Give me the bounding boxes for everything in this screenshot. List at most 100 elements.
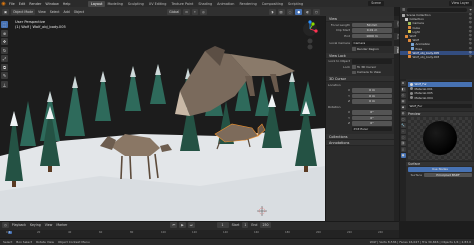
- transform-tool-icon[interactable]: ⧉: [1, 63, 8, 71]
- world-props-icon[interactable]: ◍: [400, 111, 406, 116]
- scale-tool-icon[interactable]: ⤢: [1, 55, 8, 62]
- lock-to-cursor-checkbox[interactable]: To 3D Cursor: [352, 65, 376, 69]
- view-layer-props-icon[interactable]: ▤: [400, 99, 406, 104]
- workspace-tab-sculpting[interactable]: Sculpting: [125, 1, 146, 7]
- shading-wireframe-icon[interactable]: ◌: [286, 8, 294, 15]
- output-props-icon[interactable]: ⎙: [400, 93, 406, 98]
- scene-props-icon[interactable]: ◆: [400, 105, 406, 110]
- scene-selector[interactable]: Scene: [368, 1, 384, 6]
- timeline-menu-marker[interactable]: Marker: [55, 223, 68, 227]
- clip-start-field[interactable]: 0.01 m: [352, 28, 392, 33]
- measure-tool-icon[interactable]: ⟂: [1, 80, 8, 88]
- local-camera-field[interactable]: Camera: [352, 41, 392, 46]
- rotation-mode-dropdown[interactable]: XYZ Euler: [352, 126, 392, 131]
- visibility-eye-icon[interactable]: 👁: [469, 55, 472, 59]
- playhead-frame-indicator[interactable]: 1: [8, 230, 12, 234]
- workspace-tab-uv-editing[interactable]: UV Editing: [146, 1, 169, 7]
- shading-material-icon[interactable]: ◐: [304, 8, 311, 15]
- constraints-props-icon[interactable]: ⛓: [400, 141, 406, 146]
- viewport-menu-object[interactable]: Object: [73, 10, 85, 14]
- particles-props-icon[interactable]: ⁘: [400, 129, 406, 134]
- clip-end-field[interactable]: 1000 m: [352, 33, 392, 38]
- panel-preview-header[interactable]: Preview: [406, 110, 474, 116]
- timeline-frame-ruler[interactable]: 0 20 40 60 80 100 120 140 160 180 200 220 240 1: [0, 230, 399, 238]
- surface-shader-field[interactable]: Principled BSDF: [424, 172, 472, 177]
- viewport-menu-select[interactable]: Select: [49, 10, 61, 14]
- use-nodes-button[interactable]: Use Nodes: [408, 167, 472, 172]
- start-frame-field[interactable]: 1: [242, 222, 249, 228]
- viewport-scene[interactable]: [0, 16, 325, 221]
- focal-length-field[interactable]: 50 mm: [352, 22, 392, 27]
- blender-logo-icon[interactable]: ◉: [0, 0, 7, 7]
- workspace-tab-texture-paint[interactable]: Texture Paint: [169, 1, 196, 7]
- material-slot[interactable]: Material.004: [408, 96, 472, 101]
- select-box-tool-icon[interactable]: ⬚: [1, 21, 8, 28]
- cursor-tool-icon[interactable]: ⊕: [1, 29, 8, 37]
- xray-icon[interactable]: ▧: [277, 8, 285, 15]
- menu-file[interactable]: File: [7, 2, 17, 6]
- cursor-location-y-field[interactable]: 0 m: [352, 93, 392, 98]
- cursor-location-z-field[interactable]: 0 m: [352, 99, 392, 104]
- cursor-rotation-y-field[interactable]: 0°: [352, 115, 392, 120]
- cursor-rotation-z-field[interactable]: 0°: [352, 121, 392, 126]
- jump-start-icon[interactable]: ⏮: [170, 222, 178, 228]
- render-props-icon[interactable]: ◧: [400, 87, 406, 92]
- display-mode-icon[interactable]: ☰: [402, 8, 405, 12]
- timeline-menu-playback[interactable]: Playback: [11, 223, 27, 227]
- tool-props-icon[interactable]: ⚙: [400, 81, 406, 86]
- navigation-gizmo[interactable]: [300, 20, 320, 50]
- editor-type-button[interactable]: ▣: [2, 8, 10, 15]
- cursor-location-x-field[interactable]: 0 m: [352, 88, 392, 93]
- menu-render[interactable]: Render: [27, 2, 43, 6]
- material-props-icon[interactable]: ●: [400, 153, 406, 158]
- jump-end-icon[interactable]: ⏭: [187, 222, 195, 228]
- render-region-checkbox[interactable]: Render Region: [352, 47, 379, 51]
- viewport-menu-view[interactable]: View: [37, 10, 47, 14]
- 3d-viewport[interactable]: User Perspective (1) Wolf | Wolf_obj_bod…: [0, 16, 325, 221]
- menu-window[interactable]: Window: [43, 2, 60, 6]
- data-props-icon[interactable]: △: [400, 147, 406, 152]
- filter-icon[interactable]: ⏷: [469, 8, 472, 12]
- workspace-tab-shading[interactable]: Shading: [196, 1, 215, 7]
- timeline-menu-keying[interactable]: Keying: [29, 223, 42, 227]
- panel-surface-header[interactable]: Surface: [406, 160, 474, 166]
- cursor-rotation-x-field[interactable]: 0°: [352, 110, 392, 115]
- transform-orientation-selector[interactable]: Global: [167, 8, 182, 15]
- view-layer-selector[interactable]: View Layer: [448, 1, 472, 6]
- viewport-menu-add[interactable]: Add: [63, 10, 71, 14]
- timeline-menu-view[interactable]: View: [44, 223, 54, 227]
- shading-rendered-icon[interactable]: ○: [312, 8, 320, 15]
- current-frame-field[interactable]: 1: [216, 222, 229, 228]
- status-bar: Select Box Select Rotate View Object Con…: [0, 238, 474, 245]
- outliner-search-input[interactable]: [407, 8, 468, 12]
- top-menu-bar: ◉ File Edit Render Window Help Layout Mo…: [0, 0, 474, 7]
- move-tool-icon[interactable]: ✥: [1, 38, 8, 45]
- modifier-props-icon[interactable]: 🔧: [400, 123, 406, 128]
- lock-camera-to-view-checkbox[interactable]: Camera to View: [352, 70, 381, 74]
- material-name-field[interactable]: Wolf_Fur: [408, 103, 472, 108]
- proportional-edit-icon[interactable]: ◎: [199, 8, 207, 15]
- menu-help[interactable]: Help: [61, 2, 73, 6]
- snap-icon[interactable]: ⌖: [191, 8, 198, 15]
- play-icon[interactable]: ▶: [179, 222, 186, 228]
- workspace-tab-layout[interactable]: Layout: [88, 0, 105, 7]
- workspace-tab-animation[interactable]: Animation: [215, 1, 237, 7]
- workspace-tab-rendering[interactable]: Rendering: [237, 1, 259, 7]
- workspace-tab-compositing[interactable]: Compositing: [259, 1, 285, 7]
- pivot-point-icon[interactable]: ⊙: [183, 8, 190, 15]
- rotate-tool-icon[interactable]: ↻: [1, 46, 8, 54]
- menu-edit[interactable]: Edit: [17, 2, 28, 6]
- lock-object-field[interactable]: [352, 59, 392, 64]
- mode-selector[interactable]: Object Mode: [11, 8, 36, 15]
- object-props-icon[interactable]: ▢: [400, 117, 406, 122]
- workspace-tab-scripting[interactable]: Scripting: [286, 1, 306, 7]
- physics-props-icon[interactable]: ◌: [400, 135, 406, 140]
- shading-solid-icon[interactable]: ●: [295, 8, 303, 15]
- annotate-tool-icon[interactable]: ✎: [1, 72, 8, 79]
- timeline-editor-type-icon[interactable]: ◷: [2, 222, 9, 228]
- workspace-tab-modeling[interactable]: Modeling: [105, 1, 125, 7]
- panel-annotations-header[interactable]: Annotations: [326, 139, 394, 146]
- outliner-item[interactable]: Wolf_obj_body.003 👁: [400, 55, 474, 59]
- overlays-icon[interactable]: ◑: [268, 8, 276, 15]
- end-frame-field[interactable]: 250: [260, 222, 271, 228]
